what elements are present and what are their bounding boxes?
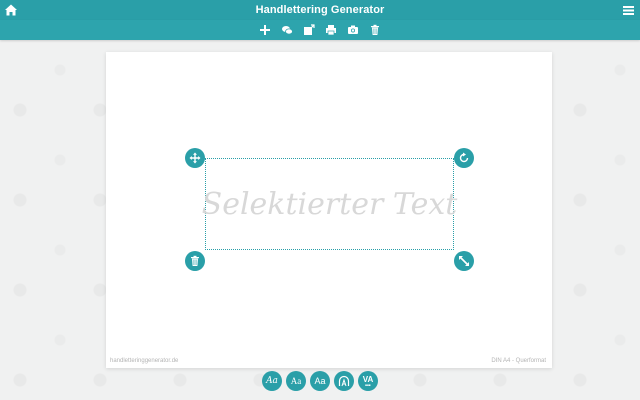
font-bar: Aa Aa Aa VA ■■■ — [0, 370, 640, 392]
selected-text[interactable]: Selektierter Text — [202, 159, 458, 249]
toolbar — [0, 20, 640, 40]
paper-format: DIN A4 - Querformat — [491, 358, 546, 364]
trash-icon[interactable] — [185, 251, 205, 271]
resize-arrows-icon[interactable] — [454, 251, 474, 271]
camera-icon[interactable] — [346, 23, 360, 37]
font-serif-button[interactable]: Aa — [286, 371, 306, 391]
home-icon[interactable] — [4, 3, 18, 17]
speech-bubbles-icon[interactable] — [280, 23, 294, 37]
text-selection-box[interactable]: Selektierter Text — [202, 158, 458, 250]
letter-spacing-button[interactable]: VA ■■■ — [358, 371, 378, 391]
printer-icon[interactable] — [324, 23, 338, 37]
font-script-button[interactable]: Aa — [262, 371, 282, 391]
rotate-icon[interactable] — [454, 148, 474, 168]
hamburger-menu-icon[interactable] — [622, 3, 635, 17]
move-arrows-icon[interactable] — [185, 148, 205, 168]
trash-icon[interactable] — [368, 23, 382, 37]
site-url: handletteringgenerator.de — [110, 358, 179, 364]
title-bar: Handlettering Generator — [0, 0, 640, 20]
arch-text-icon[interactable] — [334, 371, 354, 391]
letter-spacing-sublabel: ■■■ — [365, 382, 371, 387]
app-title: Handlettering Generator — [255, 4, 385, 16]
design-canvas[interactable]: Selektierter Text handletteringgenerator… — [106, 52, 552, 368]
plus-icon[interactable] — [258, 23, 272, 37]
file-export-icon[interactable] — [302, 23, 316, 37]
font-sans-button[interactable]: Aa — [310, 371, 330, 391]
